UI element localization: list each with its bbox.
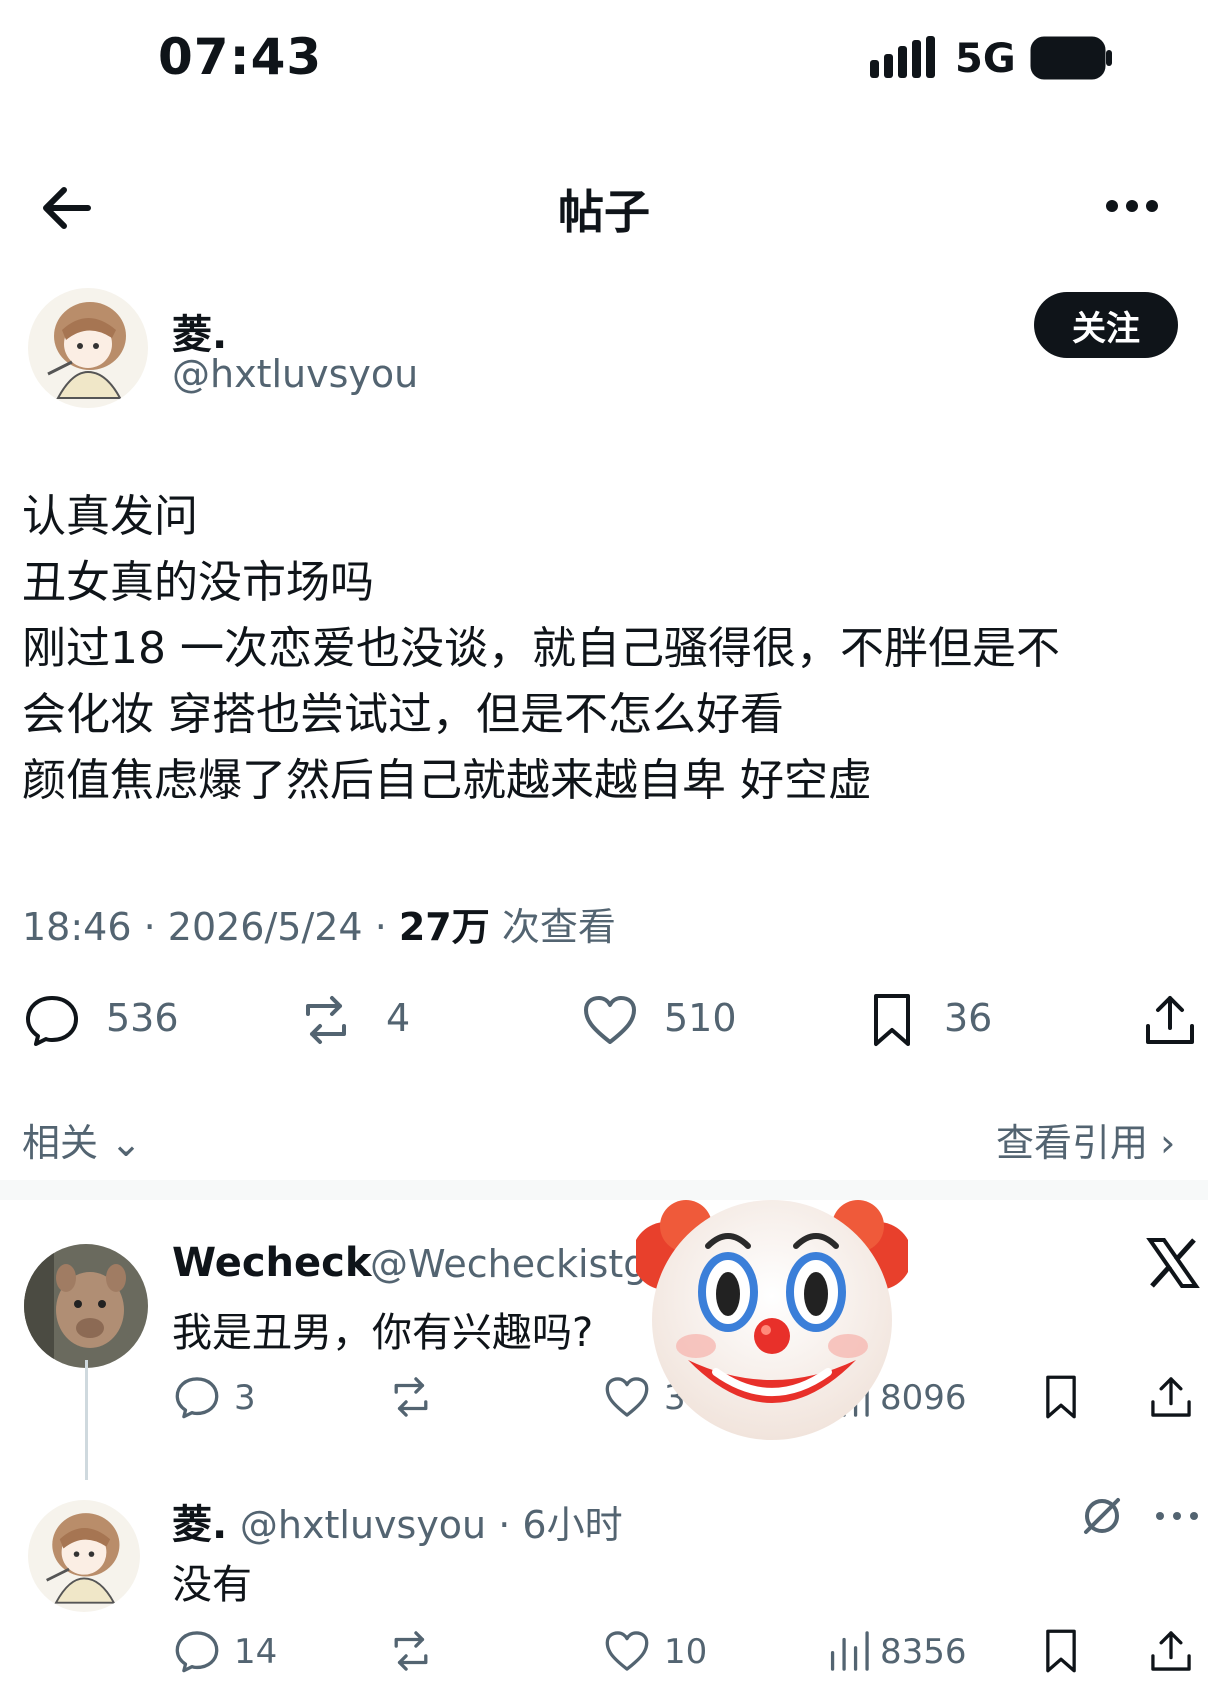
network-label: 5G	[955, 36, 1016, 82]
signal-icon	[870, 36, 935, 78]
reply2-name[interactable]: 菱.	[172, 1502, 227, 1548]
reply2-avatar[interactable]	[28, 1500, 140, 1612]
views-label: 次查看	[501, 905, 616, 949]
reply-count: 536	[106, 996, 179, 1040]
reply2-time: 6小时	[522, 1503, 623, 1547]
author-handle[interactable]: @hxtluvsyou	[172, 352, 418, 396]
reply-icon[interactable]	[174, 1374, 220, 1420]
post-line: 刚过18 一次恋爱也没谈，就自己骚得很，不胖但是不	[22, 623, 1060, 674]
author-avatar[interactable]	[28, 288, 148, 408]
status-time: 07:43	[158, 28, 323, 86]
reply2-view-count: 8356	[880, 1632, 967, 1672]
reply2-header: 菱. @hxtluvsyou · 6小时	[172, 1502, 623, 1548]
view-quotes-link[interactable]: 查看引用 ›	[996, 1112, 1175, 1167]
reply1-handle[interactable]: @Wecheckistg	[370, 1242, 647, 1286]
post-views: 27万	[398, 905, 490, 949]
battery-icon	[1030, 36, 1112, 80]
post-line: 丑女真的没市场吗	[22, 557, 374, 608]
chevron-down-icon: ⌄	[110, 1121, 142, 1165]
repost-count: 4	[386, 996, 411, 1040]
post-line: 会化妆 穿搭也尝试过，但是不怎么好看	[22, 689, 784, 740]
bookmark-count: 36	[944, 996, 993, 1040]
repost-icon[interactable]	[388, 1374, 434, 1420]
bookmark-icon[interactable]	[1038, 1374, 1084, 1420]
thread-line	[85, 1360, 88, 1480]
bookmark-icon[interactable]	[1038, 1628, 1084, 1674]
bar-chart-icon[interactable]	[826, 1628, 872, 1674]
grok-icon[interactable]	[1080, 1494, 1124, 1538]
post-time: 18:46	[22, 905, 132, 949]
related-label: 相关	[22, 1121, 99, 1165]
post-meta: 18:46 · 2026/5/24 · 27万 次查看	[22, 905, 616, 949]
repost-icon[interactable]	[298, 992, 354, 1048]
reply2-text: 没有	[172, 1562, 252, 1608]
chevron-right-icon: ›	[1160, 1121, 1176, 1165]
heart-icon[interactable]	[582, 992, 638, 1048]
reply1-name[interactable]: Wecheck	[172, 1240, 371, 1286]
reply2-handle[interactable]: @hxtluvsyou	[240, 1503, 486, 1547]
reply-icon[interactable]	[174, 1628, 220, 1674]
share-icon[interactable]	[1148, 1374, 1194, 1420]
more-icon[interactable]	[1152, 1508, 1202, 1524]
post-date: 2026/5/24	[167, 905, 363, 949]
reply2-reply-count: 14	[234, 1632, 278, 1672]
reply1-avatar[interactable]	[24, 1244, 148, 1368]
page-title: 帖子	[558, 185, 650, 239]
reply1-reply-count: 3	[234, 1378, 256, 1418]
clown-face-icon	[636, 1200, 908, 1440]
post-line: 颜值焦虑爆了然后自己就越来越自卑 好空虚	[22, 755, 872, 806]
related-toggle[interactable]: 相关 ⌄	[22, 1112, 142, 1167]
reply1-text: 我是丑男，你有兴趣吗?	[172, 1310, 594, 1356]
heart-icon[interactable]	[604, 1628, 650, 1674]
bookmark-icon[interactable]	[864, 992, 920, 1048]
divider	[0, 1180, 1208, 1200]
x-logo-icon	[1146, 1238, 1200, 1288]
repost-icon[interactable]	[388, 1628, 434, 1674]
post-text: 认真发问丑女真的没市场吗刚过18 一次恋爱也没谈，就自己骚得很，不胖但是不 会化妆…	[22, 484, 1060, 814]
share-icon[interactable]	[1142, 992, 1198, 1048]
reply2-like-count: 10	[664, 1632, 708, 1672]
reply-icon[interactable]	[24, 992, 80, 1048]
post-line: 认真发问	[22, 491, 198, 542]
view-quotes-label: 查看引用	[996, 1121, 1149, 1165]
like-count: 510	[664, 996, 737, 1040]
follow-button[interactable]: 关注	[1034, 292, 1178, 358]
more-icon[interactable]	[1100, 186, 1180, 226]
share-icon[interactable]	[1148, 1628, 1194, 1674]
